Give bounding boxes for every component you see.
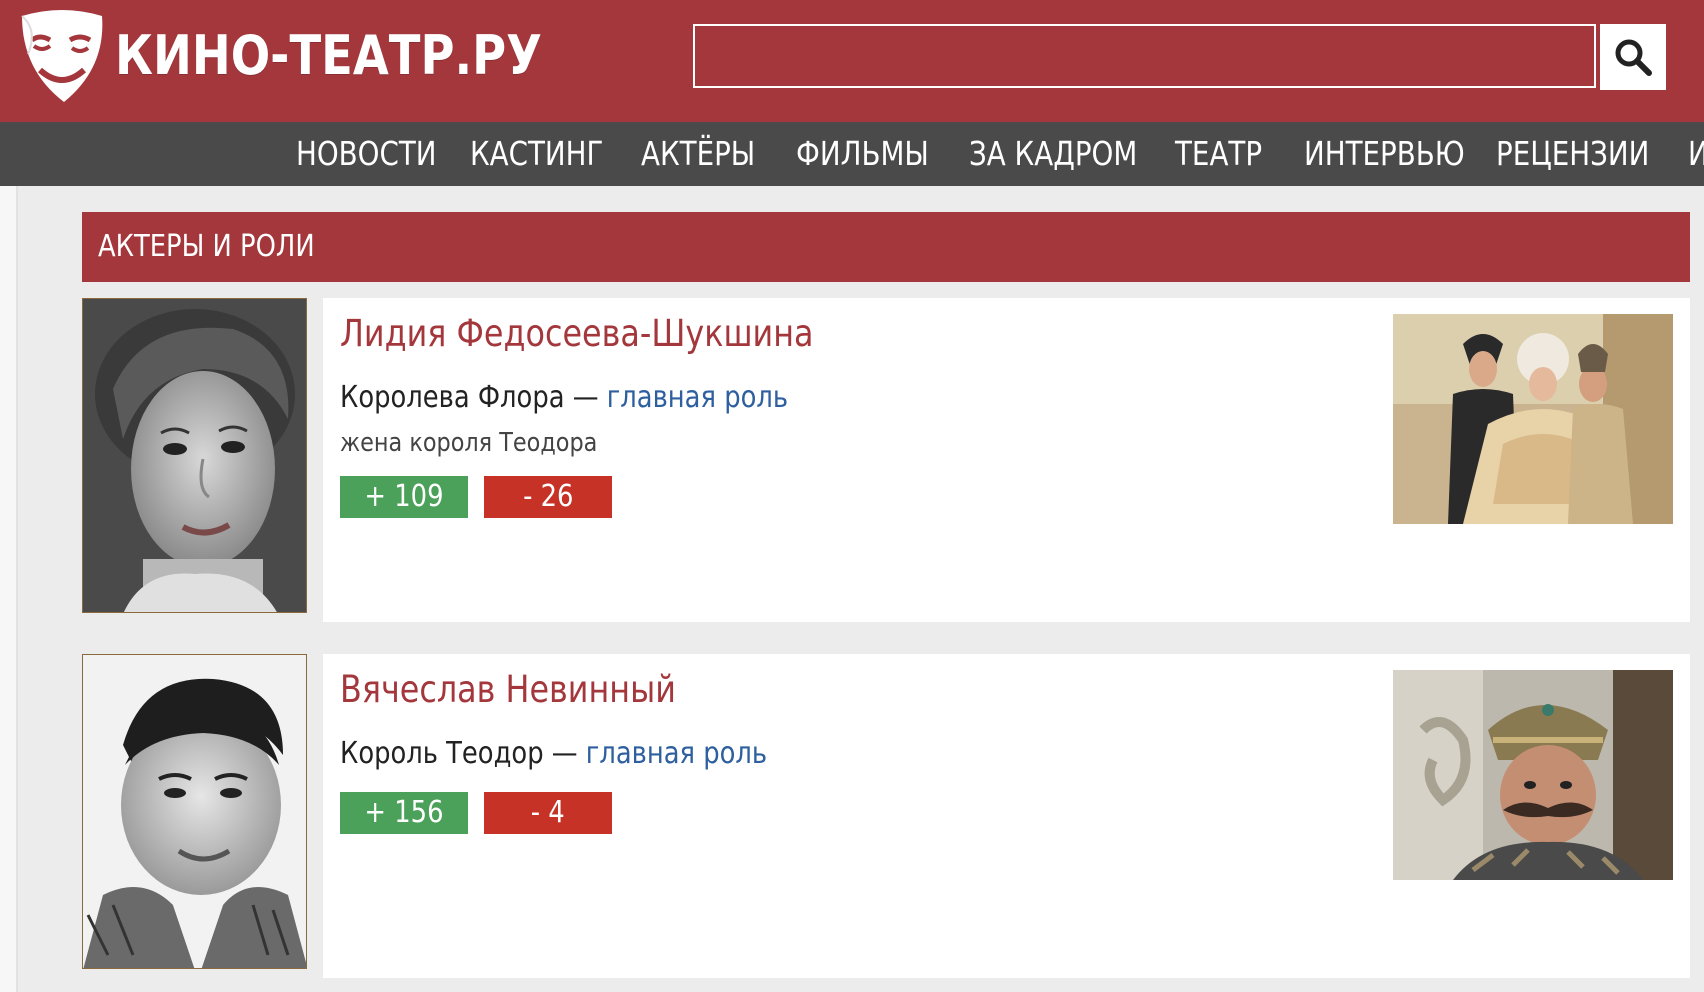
nav-item-more[interactable]: И <box>1688 122 1704 186</box>
role-still-image[interactable] <box>1393 314 1673 524</box>
actor-row: Лидия Федосеева-Шукшина Королева Флора —… <box>82 298 1690 622</box>
main-nav: НОВОСТИ КАСТИНГ АКТЁРЫ ФИЛЬМЫ ЗА КАДРОМ … <box>0 122 1704 186</box>
vote-down-button[interactable]: - 26 <box>484 476 612 518</box>
search-input[interactable] <box>693 24 1596 88</box>
actor-card: Вячеслав Невинный Король Теодор — главна… <box>323 654 1690 978</box>
actor-portrait[interactable] <box>82 298 307 613</box>
role-line: Король Теодор — главная роль <box>340 736 767 771</box>
role-name: Королева Флора <box>340 380 565 415</box>
section-title: АКТЕРЫ И РОЛИ <box>98 229 315 264</box>
nav-item-theatre[interactable]: ТЕАТР <box>1175 122 1262 186</box>
site-logo-text[interactable]: КИНО-ТЕАТР.РУ <box>115 22 542 90</box>
nav-item-casting[interactable]: КАСТИНГ <box>470 122 603 186</box>
actor-row: Вячеслав Невинный Король Теодор — главна… <box>82 654 1690 978</box>
vote-down-button[interactable]: - 4 <box>484 792 612 834</box>
role-line: Королева Флора — главная роль <box>340 380 788 415</box>
vote-up-button[interactable]: + 156 <box>340 792 468 834</box>
vote-up-count: + 109 <box>364 479 444 514</box>
role-dash: — <box>543 736 586 771</box>
role-name: Король Теодор <box>340 736 544 771</box>
role-still-image[interactable] <box>1393 670 1673 880</box>
search-button[interactable] <box>1600 24 1666 90</box>
section-header: АКТЕРЫ И РОЛИ <box>82 212 1690 282</box>
nav-item-films[interactable]: ФИЛЬМЫ <box>796 122 929 186</box>
role-description: жена короля Теодора <box>340 428 598 458</box>
left-scroll-rail <box>0 186 18 992</box>
vote-down-count: - 4 <box>531 795 565 830</box>
nav-item-interviews[interactable]: ИНТЕРВЬЮ <box>1304 122 1465 186</box>
role-dash: — <box>564 380 607 415</box>
site-header: КИНО-ТЕАТР.РУ <box>0 0 1704 122</box>
vote-down-count: - 26 <box>522 479 574 514</box>
theatre-mask-logo-icon[interactable] <box>18 10 106 106</box>
actor-card: Лидия Федосеева-Шукшина Королева Флора —… <box>323 298 1690 622</box>
actor-name-link[interactable]: Вячеслав Невинный <box>340 668 676 711</box>
nav-item-news[interactable]: НОВОСТИ <box>296 122 437 186</box>
nav-item-actors[interactable]: АКТЁРЫ <box>641 122 755 186</box>
actor-portrait[interactable] <box>82 654 307 969</box>
vote-up-count: + 156 <box>364 795 444 830</box>
vote-up-button[interactable]: + 109 <box>340 476 468 518</box>
actor-name-link[interactable]: Лидия Федосеева-Шукшина <box>340 312 814 355</box>
nav-item-reviews[interactable]: РЕЦЕНЗИИ <box>1496 122 1649 186</box>
search-icon <box>1615 39 1652 76</box>
role-type-link[interactable]: главная роль <box>586 736 767 771</box>
role-type-link[interactable]: главная роль <box>607 380 788 415</box>
nav-item-behind-scenes[interactable]: ЗА КАДРОМ <box>969 122 1137 186</box>
